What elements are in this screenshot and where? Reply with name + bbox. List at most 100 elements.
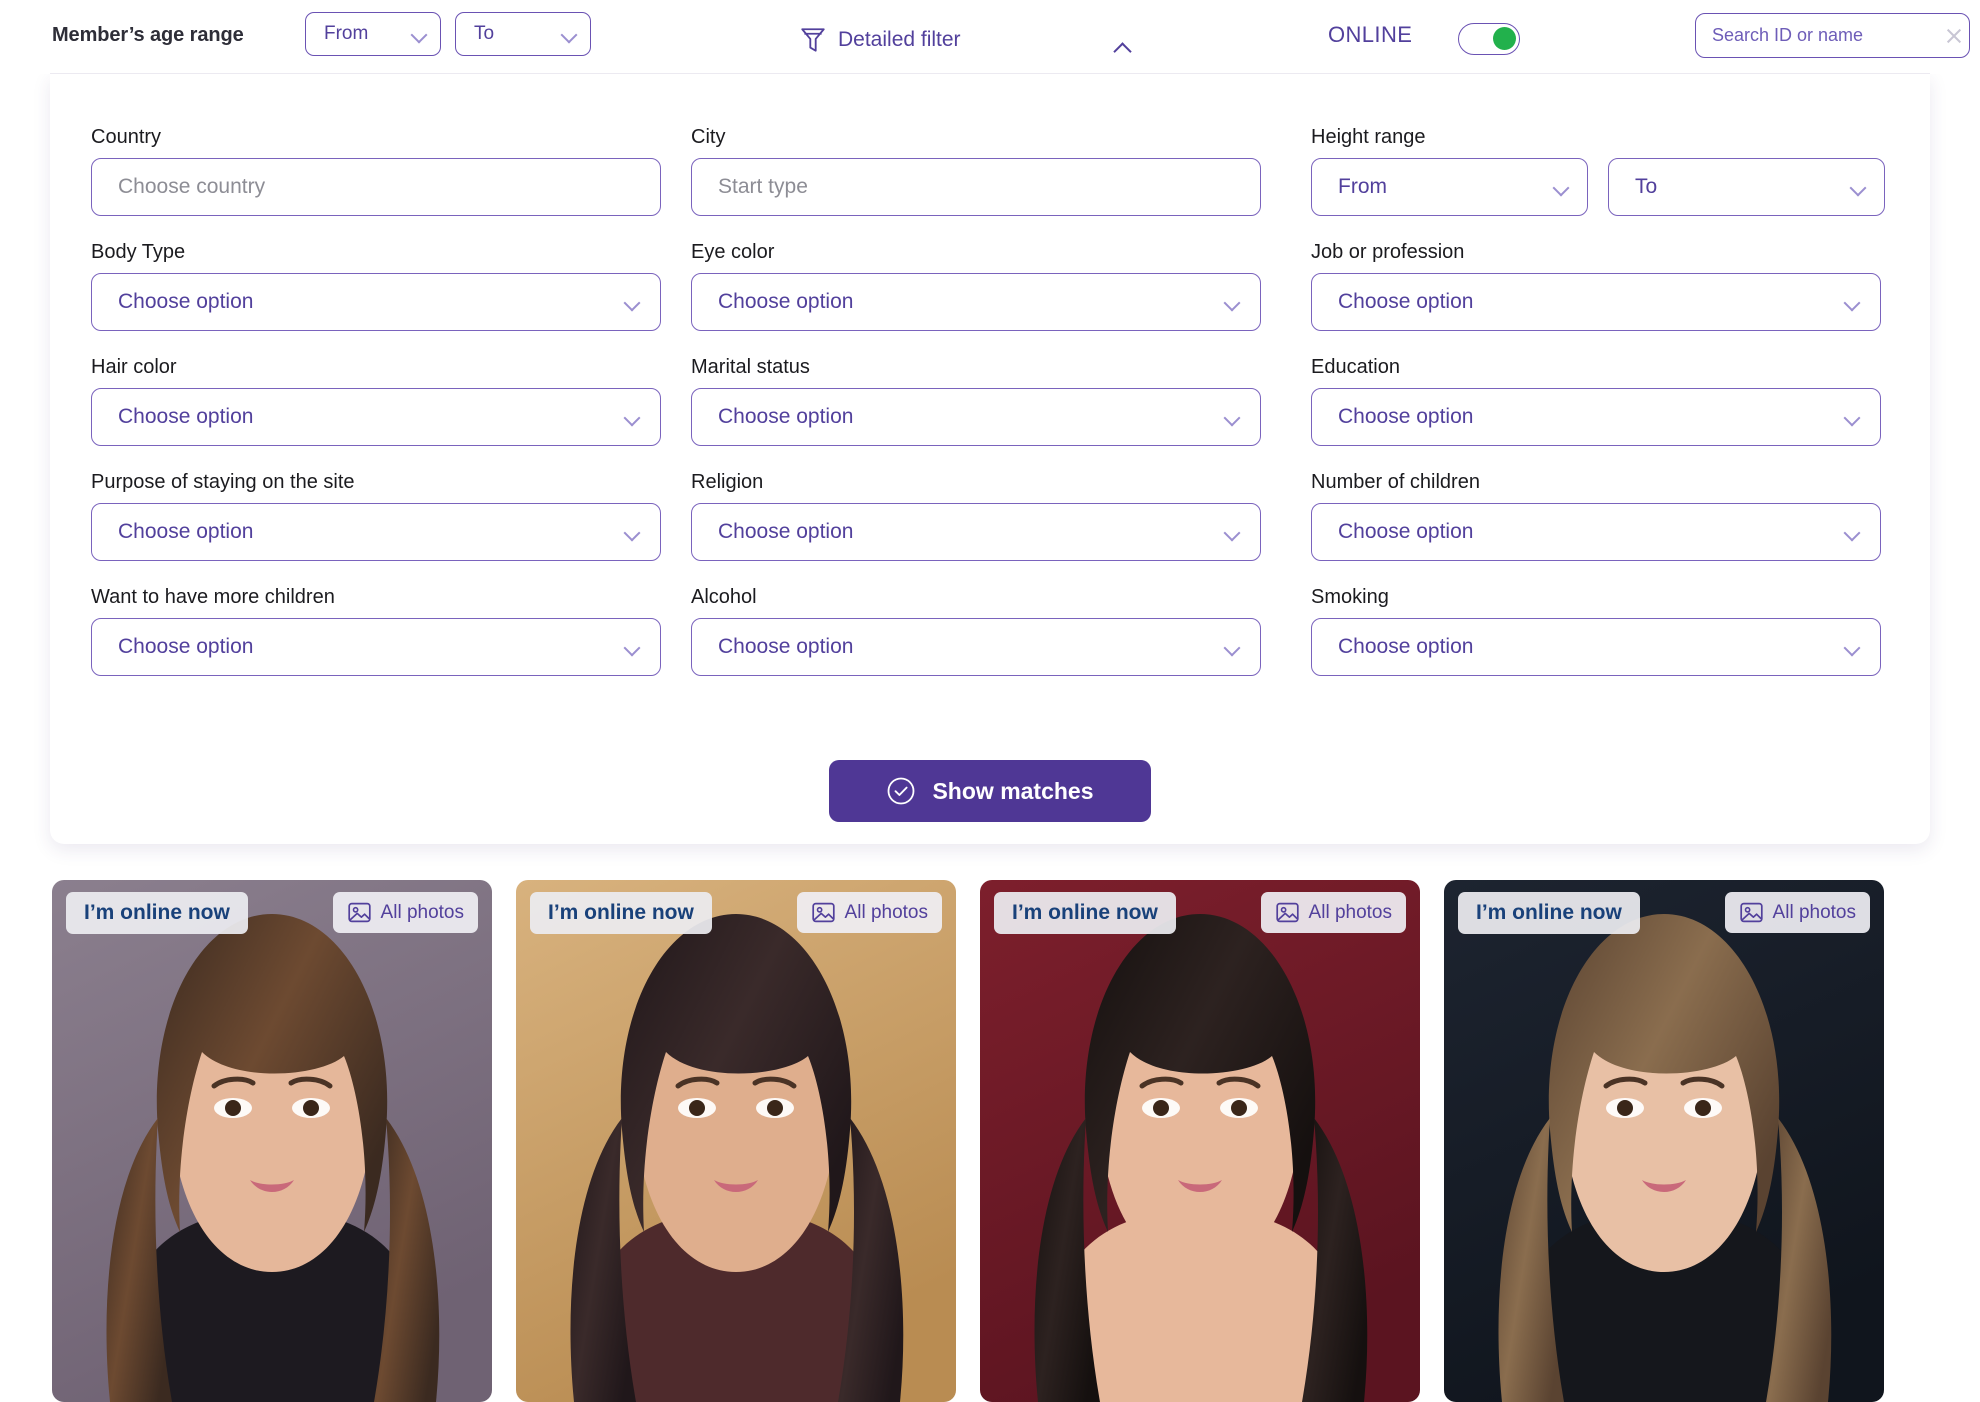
field-label-want-more-children: Want to have more children	[91, 586, 335, 608]
image-icon	[1275, 902, 1299, 923]
online-toggle[interactable]	[1458, 23, 1520, 55]
online-now-badge[interactable]: I’m online now	[66, 892, 248, 934]
funnel-icon	[801, 28, 825, 52]
filter-field-grid: Country City Height range From To Body Type Ch…	[91, 126, 1891, 701]
profile-card-4[interactable]: I’m online now All photos	[1444, 880, 1884, 1402]
number-of-children-select[interactable]: Choose option	[1311, 503, 1881, 561]
profile-card-list: I’m online now All photos I’m online now Al…	[52, 880, 1932, 1402]
chevron-down-icon	[624, 527, 640, 537]
chevron-down-icon	[624, 297, 640, 307]
profile-card-2[interactable]: I’m online now All photos	[516, 880, 956, 1402]
height-range-from-select[interactable]: From	[1311, 158, 1588, 216]
alcohol-value: Choose option	[718, 635, 854, 658]
hair-color-select[interactable]: Choose option	[91, 388, 661, 446]
show-matches-button[interactable]: Show matches	[829, 760, 1151, 822]
age-from-select[interactable]: From	[305, 12, 441, 56]
marital-status-select[interactable]: Choose option	[691, 388, 1261, 446]
card-badges: I’m online now All photos	[980, 880, 1420, 946]
religion-select[interactable]: Choose option	[691, 503, 1261, 561]
city-input[interactable]	[718, 175, 1240, 199]
purpose-of-staying-value: Choose option	[118, 520, 254, 543]
online-now-badge[interactable]: I’m online now	[1458, 892, 1640, 934]
chevron-down-icon	[1224, 527, 1240, 537]
card-badges: I’m online now All photos	[516, 880, 956, 946]
smoking-value: Choose option	[1338, 635, 1474, 658]
chevron-down-icon	[561, 29, 577, 39]
height-range-pair: From To	[1311, 158, 1911, 216]
religion-value: Choose option	[718, 520, 854, 543]
city-input-wrapper[interactable]	[691, 158, 1261, 216]
close-icon[interactable]	[1944, 26, 1964, 46]
top-filter-bar: Member’s age range From To Detailed filt…	[0, 0, 1980, 74]
field-label-religion: Religion	[691, 471, 764, 493]
smoking-select[interactable]: Choose option	[1311, 618, 1881, 676]
field-label-city: City	[691, 126, 726, 148]
search-input[interactable]	[1712, 25, 1944, 46]
detailed-filter-toggle[interactable]: Detailed filter	[800, 26, 961, 54]
job-or-profession-select[interactable]: Choose option	[1311, 273, 1881, 331]
field-education: Education Choose option	[1311, 356, 1911, 446]
chevron-down-icon	[1844, 527, 1860, 537]
online-now-badge[interactable]: I’m online now	[530, 892, 712, 934]
all-photos-label: All photos	[380, 901, 464, 923]
card-badges: I’m online now All photos	[52, 880, 492, 946]
all-photos-button[interactable]: All photos	[332, 892, 478, 933]
field-label-purpose-of-staying: Purpose of staying on the site	[91, 471, 355, 493]
all-photos-button[interactable]: All photos	[796, 892, 942, 933]
field-label-education: Education	[1311, 356, 1400, 378]
chevron-down-icon	[411, 29, 427, 39]
show-matches-label: Show matches	[932, 777, 1094, 804]
field-label-alcohol: Alcohol	[691, 586, 757, 608]
all-photos-label: All photos	[1772, 901, 1856, 923]
all-photos-label: All photos	[844, 901, 928, 923]
chevron-down-icon	[1224, 642, 1240, 652]
want-more-children-value: Choose option	[118, 635, 254, 658]
online-label: ONLINE	[1328, 22, 1413, 47]
purpose-of-staying-select[interactable]: Choose option	[91, 503, 661, 561]
want-more-children-select[interactable]: Choose option	[91, 618, 661, 676]
chevron-down-icon	[624, 412, 640, 422]
body-type-select[interactable]: Choose option	[91, 273, 661, 331]
topbar-divider	[50, 73, 1930, 74]
field-alcohol: Alcohol Choose option	[691, 586, 1311, 676]
height-range-from-value: From	[1338, 175, 1387, 198]
eye-color-select[interactable]: Choose option	[691, 273, 1261, 331]
country-input-wrapper[interactable]	[91, 158, 661, 216]
all-photos-button[interactable]: All photos	[1724, 892, 1870, 933]
profile-card-3[interactable]: I’m online now All photos	[980, 880, 1420, 1402]
alcohol-select[interactable]: Choose option	[691, 618, 1261, 676]
field-marital-status: Marital status Choose option	[691, 356, 1311, 446]
country-input[interactable]	[118, 175, 640, 199]
job-or-profession-value: Choose option	[1338, 290, 1474, 313]
chevron-down-icon	[1553, 182, 1569, 192]
body-type-value: Choose option	[118, 290, 254, 313]
height-range-to-value: To	[1635, 175, 1658, 198]
number-of-children-value: Choose option	[1338, 520, 1474, 543]
card-badges: I’m online now All photos	[1444, 880, 1884, 946]
profile-card-1[interactable]: I’m online now All photos	[52, 880, 492, 1402]
online-now-badge[interactable]: I’m online now	[994, 892, 1176, 934]
member-age-range-label: Member’s age range	[52, 24, 244, 46]
field-purpose-of-staying: Purpose of staying on the site Choose opt…	[91, 471, 691, 561]
education-select[interactable]: Choose option	[1311, 388, 1881, 446]
field-label-hair-color: Hair color	[91, 356, 177, 378]
detailed-filter-panel: Country City Height range From To Body Type Ch…	[50, 74, 1930, 844]
chevron-down-icon	[1844, 412, 1860, 422]
profile-photo	[516, 880, 956, 1402]
field-height-range: Height range From To	[1311, 126, 1911, 216]
search-box[interactable]	[1695, 13, 1970, 58]
field-label-country: Country	[91, 126, 162, 148]
chevron-down-icon	[624, 642, 640, 652]
height-range-to-select[interactable]: To	[1608, 158, 1885, 216]
field-city: City	[691, 126, 1311, 216]
all-photos-button[interactable]: All photos	[1260, 892, 1406, 933]
hair-color-value: Choose option	[118, 405, 254, 428]
chevron-up-icon[interactable]	[1112, 42, 1134, 54]
detailed-filter-label: Detailed filter	[838, 28, 961, 51]
field-religion: Religion Choose option	[691, 471, 1311, 561]
chevron-down-icon	[1844, 297, 1860, 307]
field-label-job-or-profession: Job or profession	[1311, 241, 1465, 263]
age-to-select[interactable]: To	[455, 12, 591, 56]
marital-status-value: Choose option	[718, 405, 854, 428]
field-want-more-children: Want to have more children Choose option	[91, 586, 691, 676]
